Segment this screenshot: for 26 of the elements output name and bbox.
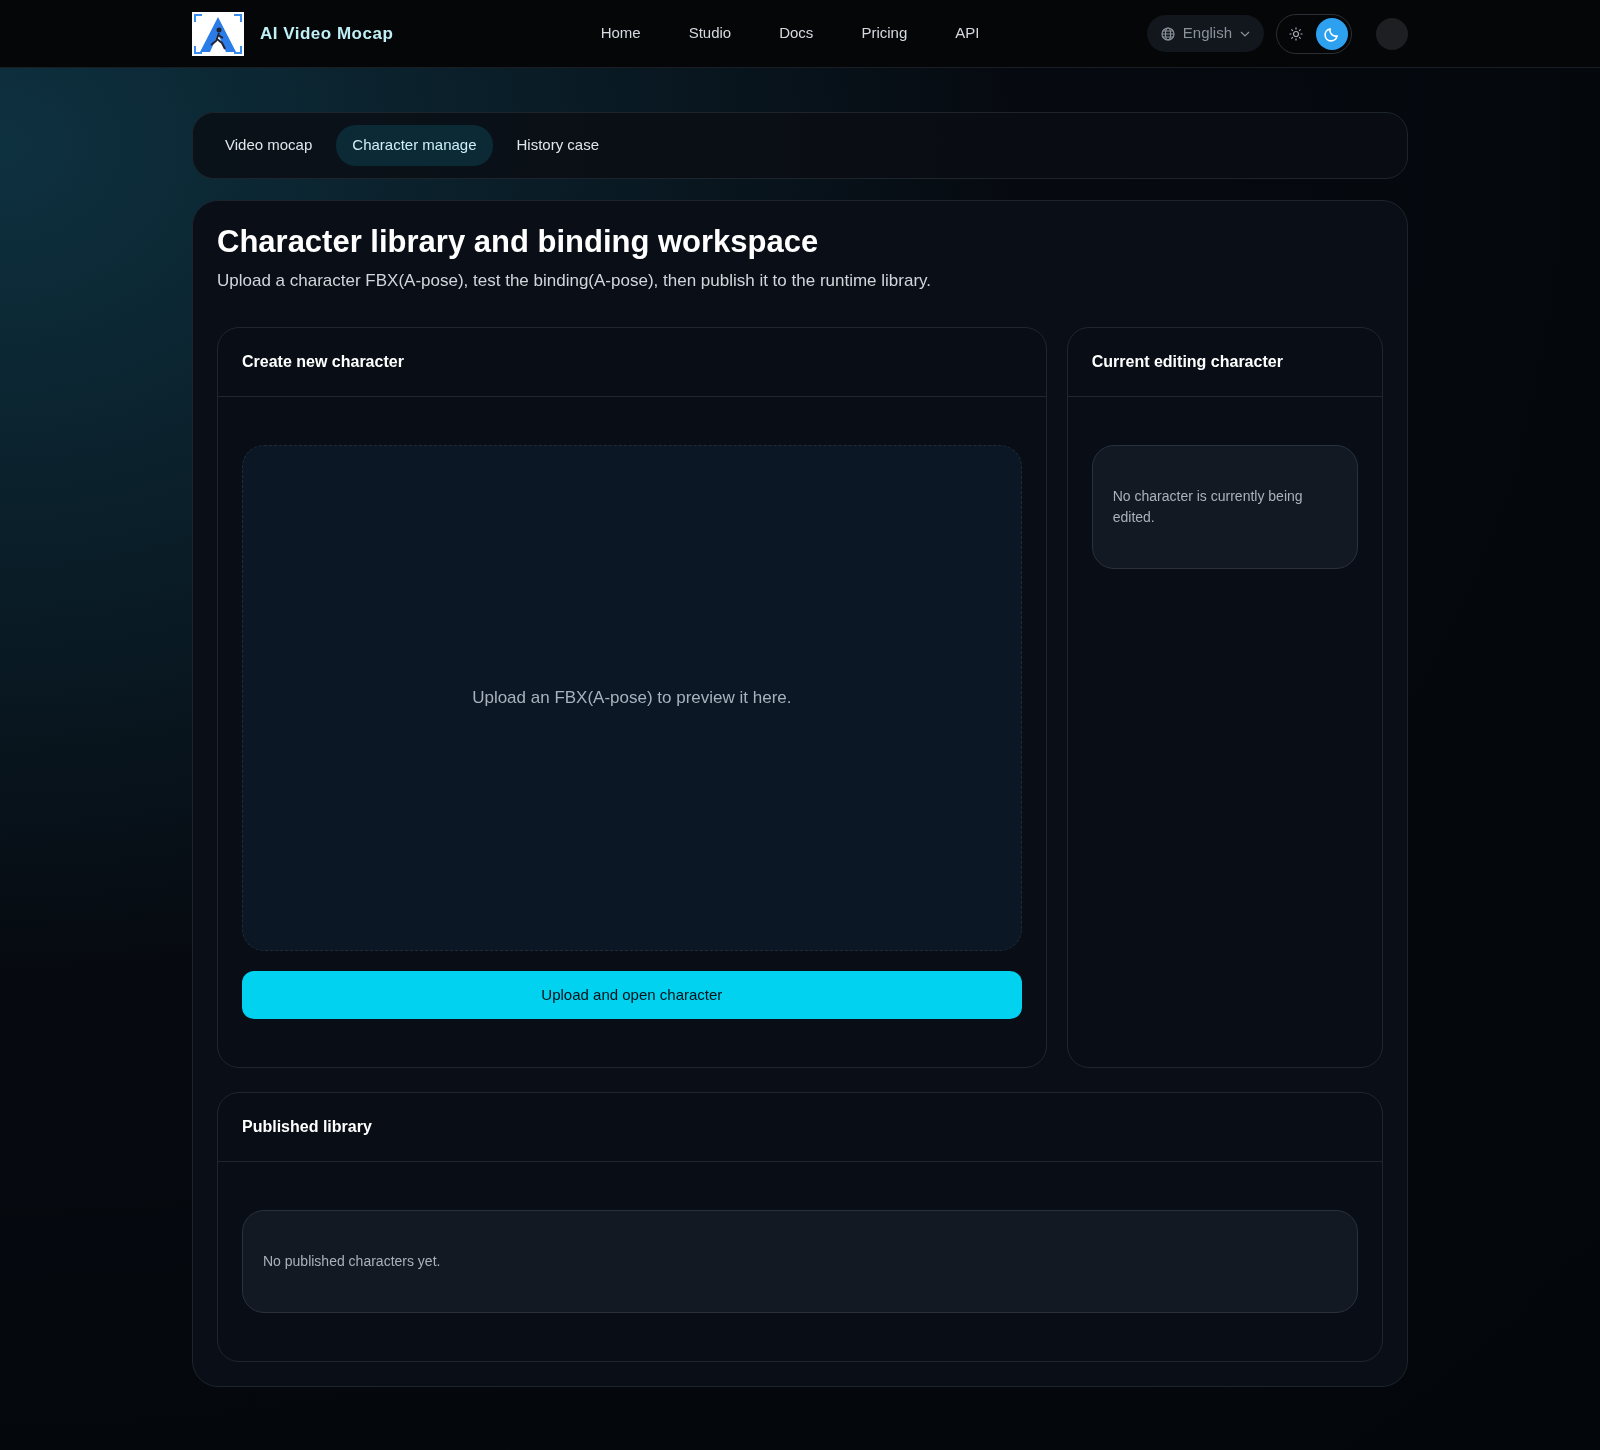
- workspace-title: Character library and binding workspace: [217, 222, 820, 260]
- upload-button[interactable]: Upload and open character: [242, 971, 1022, 1020]
- tab[interactable]: Character manage: [336, 125, 493, 166]
- sun-icon: [1289, 26, 1303, 41]
- panel-title: Create new character: [218, 328, 1046, 398]
- empty-state: No character is currently being edited.: [1091, 445, 1358, 570]
- nav-link[interactable]: Docs: [779, 22, 814, 45]
- dark-mode-button[interactable]: [1316, 17, 1348, 50]
- preview-dropzone[interactable]: Upload an FBX(A-pose) to preview it here.: [242, 445, 1022, 952]
- nav-link[interactable]: API: [955, 22, 980, 45]
- nav-link[interactable]: Pricing: [861, 22, 908, 45]
- globe-icon: [1160, 26, 1175, 41]
- panel-title: Current editing character: [1067, 328, 1382, 398]
- moon-icon: [1324, 25, 1340, 42]
- chevron-down-icon: [1240, 30, 1250, 37]
- tab[interactable]: History case: [500, 125, 616, 166]
- nav-link[interactable]: Studio: [688, 22, 732, 45]
- logo-icon: [192, 11, 244, 56]
- language-selector[interactable]: English: [1146, 15, 1264, 52]
- workspace-description: Upload a character FBX(A-pose), test the binding(A-pose), then publish it to the runtime library.: [217, 269, 933, 292]
- empty-state: No published characters yet.: [242, 1210, 1358, 1314]
- panel-title: Published library: [218, 1093, 1382, 1163]
- nav-link[interactable]: Home: [600, 22, 641, 45]
- brand-name: AI Video Mocap: [260, 22, 394, 45]
- tab[interactable]: Video mocap: [209, 125, 329, 166]
- preview-hint: Upload an FBX(A-pose) to preview it here.: [472, 687, 792, 710]
